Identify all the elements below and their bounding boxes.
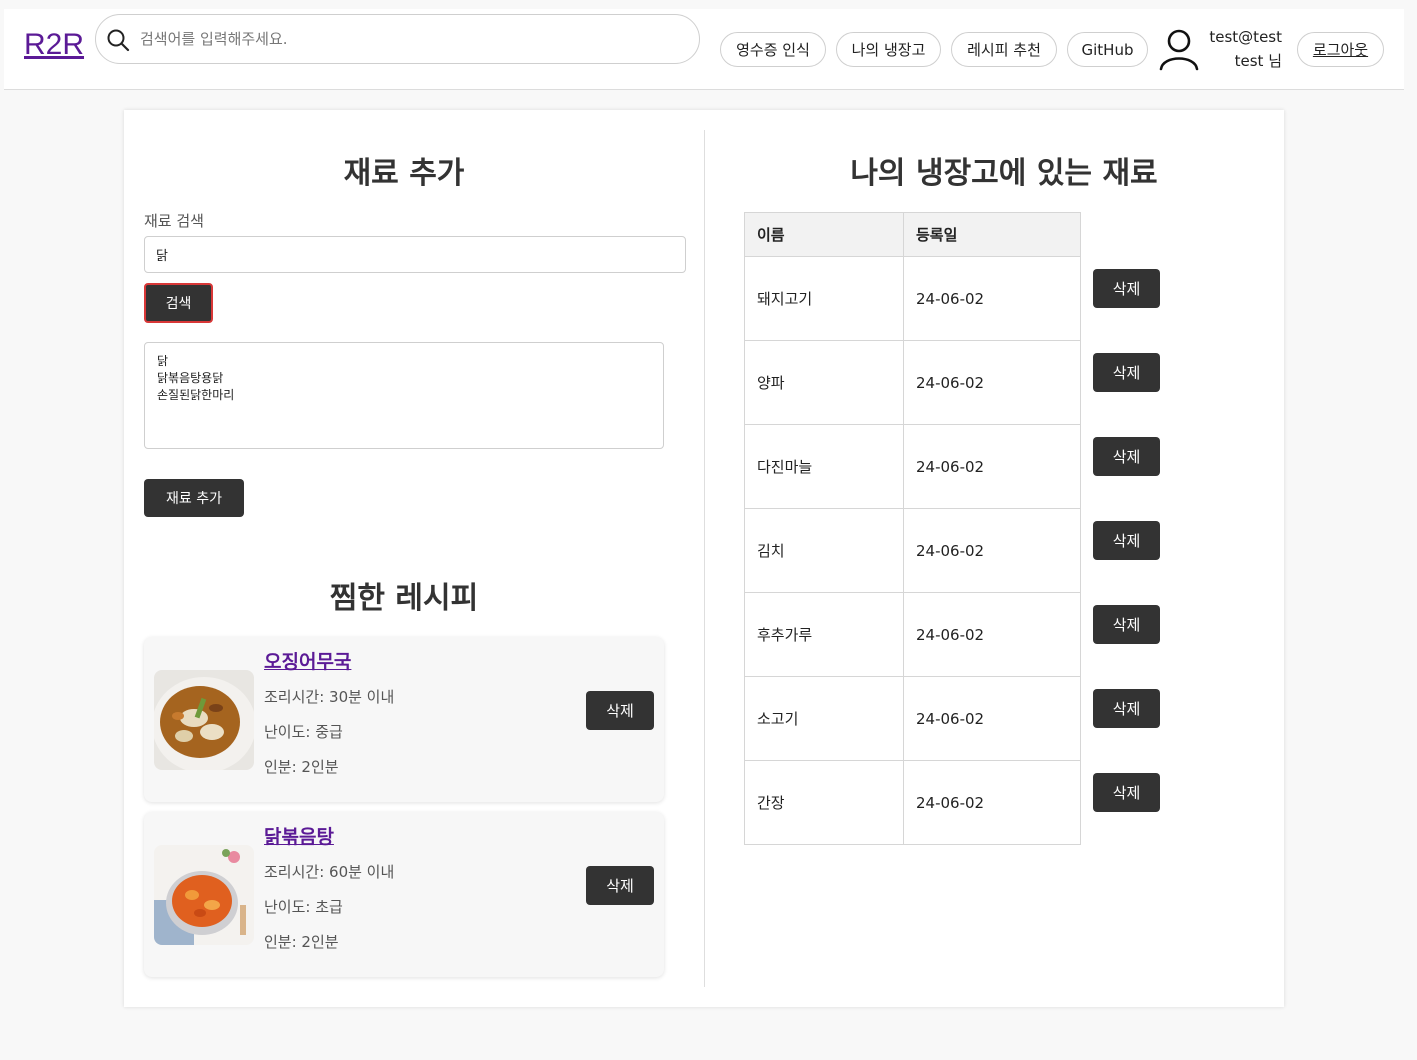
fridge-ingredients-table: 이름 등록일 돼지고기 24-06-02 양파 24-06-02 다진마늘 24-06… — [744, 212, 1081, 845]
ingredient-name: 간장 — [744, 760, 904, 845]
add-ingredient-button[interactable]: 재료 추가 — [144, 479, 244, 517]
delete-ingredient-button[interactable]: 삭제 — [1093, 605, 1160, 644]
recipe-cook-time: 조리시간: 60분 이내 — [264, 863, 395, 881]
ingredient-name: 돼지고기 — [744, 256, 904, 341]
user-name: test 님 — [1234, 52, 1282, 70]
user-email: test@test — [1209, 28, 1282, 46]
ingredient-name: 다진마늘 — [744, 424, 904, 509]
delete-favorite-button[interactable]: 삭제 — [586, 866, 654, 905]
table-row: 돼지고기 24-06-02 — [744, 256, 1081, 341]
ingredient-date: 24-06-02 — [903, 676, 1081, 761]
recipe-thumbnail[interactable] — [154, 845, 254, 945]
nav-my-fridge-button[interactable]: 나의 냉장고 — [836, 32, 941, 67]
ingredient-name: 양파 — [744, 340, 904, 425]
delete-ingredient-button[interactable]: 삭제 — [1093, 353, 1160, 392]
recipe-title-link[interactable]: 닭볶음탕 — [264, 822, 334, 849]
column-header-date: 등록일 — [903, 212, 1081, 257]
recipe-title-link[interactable]: 오징어무국 — [264, 647, 351, 674]
table-row: 후추가루 24-06-02 — [744, 592, 1081, 677]
ingredient-search-label: 재료 검색 — [144, 212, 204, 230]
ingredient-results-list[interactable]: 닭 닭볶음탕용닭 손질된닭한마리 — [144, 342, 664, 449]
user-icon — [1159, 29, 1199, 71]
global-search-input[interactable] — [140, 25, 680, 53]
delete-favorite-button[interactable]: 삭제 — [586, 691, 654, 730]
column-divider — [704, 130, 705, 987]
ingredient-date: 24-06-02 — [903, 760, 1081, 845]
ingredient-search-input[interactable] — [144, 236, 686, 273]
ingredient-date: 24-06-02 — [903, 256, 1081, 341]
table-row: 양파 24-06-02 — [744, 340, 1081, 425]
delete-ingredient-button[interactable]: 삭제 — [1093, 437, 1160, 476]
nav-recipe-recommend-button[interactable]: 레시피 추천 — [951, 32, 1057, 67]
table-row: 김치 24-06-02 — [744, 508, 1081, 593]
recipe-thumbnail[interactable] — [154, 670, 254, 770]
favorite-recipe-card: 오징어무국 조리시간: 30분 이내 난이도: 중급 인분: 2인분 삭제 — [144, 637, 664, 802]
ingredient-name: 후추가루 — [744, 592, 904, 677]
favorite-recipe-card: 닭볶음탕 조리시간: 60분 이내 난이도: 초급 인분: 2인분 삭제 — [144, 812, 664, 977]
delete-ingredient-button[interactable]: 삭제 — [1093, 521, 1160, 560]
result-item[interactable]: 닭 — [157, 353, 651, 370]
table-header-row: 이름 등록일 — [744, 212, 1081, 257]
ingredient-date: 24-06-02 — [903, 424, 1081, 509]
table-row: 간장 24-06-02 — [744, 760, 1081, 845]
ingredient-search-button[interactable]: 검색 — [144, 283, 213, 323]
recipe-cook-time: 조리시간: 30분 이내 — [264, 688, 395, 706]
recipe-difficulty: 난이도: 중급 — [264, 723, 343, 741]
ingredient-date: 24-06-02 — [903, 508, 1081, 593]
delete-ingredient-button[interactable]: 삭제 — [1093, 269, 1160, 308]
result-item[interactable]: 닭볶음탕용닭 — [157, 370, 651, 387]
ingredient-name: 소고기 — [744, 676, 904, 761]
ingredient-name: 김치 — [744, 508, 904, 593]
search-icon[interactable] — [106, 28, 130, 52]
recipe-servings: 인분: 2인분 — [264, 933, 339, 951]
logo-link[interactable]: R2R — [24, 28, 84, 62]
main-card: 재료 추가 재료 검색 검색 닭 닭볶음탕용닭 손질된닭한마리 재료 추가 찜한… — [124, 110, 1284, 1007]
ingredient-date: 24-06-02 — [903, 592, 1081, 677]
table-row: 소고기 24-06-02 — [744, 676, 1081, 761]
fridge-title: 나의 냉장고에 있는 재료 — [850, 156, 1158, 191]
nav-receipt-button[interactable]: 영수증 인식 — [720, 32, 826, 67]
table-row: 다진마늘 24-06-02 — [744, 424, 1081, 509]
ingredient-date: 24-06-02 — [903, 340, 1081, 425]
column-header-name: 이름 — [744, 212, 904, 257]
global-search[interactable] — [95, 14, 700, 64]
add-ingredient-title: 재료 추가 — [343, 156, 465, 191]
recipe-difficulty: 난이도: 초급 — [264, 898, 343, 916]
delete-ingredient-button[interactable]: 삭제 — [1093, 773, 1160, 812]
recipe-servings: 인분: 2인분 — [264, 758, 339, 776]
delete-ingredient-button[interactable]: 삭제 — [1093, 689, 1160, 728]
logout-button[interactable]: 로그아웃 — [1297, 32, 1384, 67]
favorites-title: 찜한 레시피 — [329, 581, 479, 616]
top-header: R2R 영수증 인식 나의 냉장고 레시피 추천 GitHub test@tes… — [4, 9, 1404, 90]
nav-github-button[interactable]: GitHub — [1067, 32, 1148, 67]
result-item[interactable]: 손질된닭한마리 — [157, 387, 651, 404]
